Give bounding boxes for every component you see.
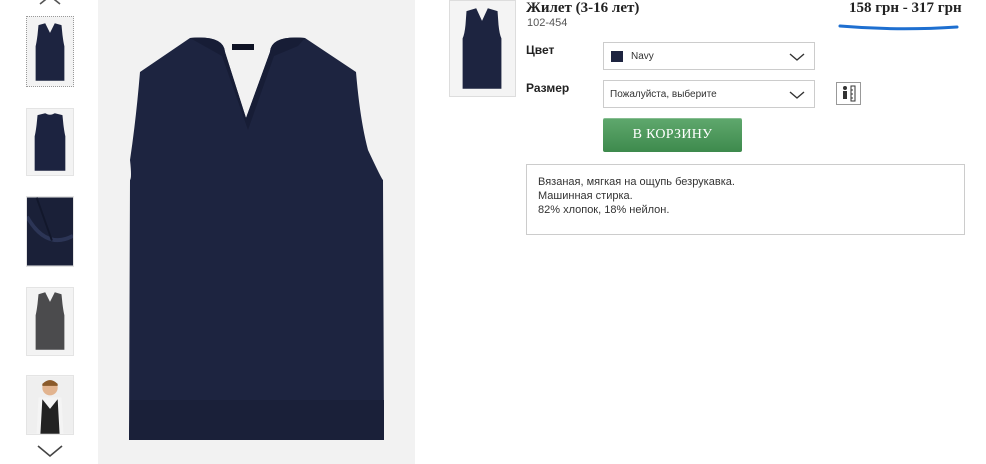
chevron-up-icon[interactable] [36,0,64,8]
color-swatch [611,51,623,62]
chevron-down-icon [789,53,805,61]
thumb-navy-detail[interactable] [26,196,74,267]
product-title: Жилет (3-16 лет) [526,0,640,16]
color-select[interactable]: Navy [603,42,815,70]
color-value: Navy [631,51,654,62]
size-placeholder: Пожалуйста, выберите [610,89,717,100]
product-description: Вязаная, мягкая на ощупь безрукавка. Маш… [526,164,965,235]
chevron-down-icon [789,91,805,99]
main-product-image[interactable] [98,0,415,464]
thumbnail-gallery [0,0,98,464]
description-line: 82% хлопок, 18% нейлон. [538,204,670,216]
chevron-down-icon[interactable] [36,443,64,459]
thumb-navy-back[interactable] [26,108,74,176]
product-price: 158 грн - 317 грн [849,0,962,16]
size-label: Размер [526,81,570,95]
color-label: Цвет [526,43,555,57]
description-line: Машинная стирка. [538,190,633,202]
size-guide-icon [843,85,856,102]
price-underline [838,24,959,31]
thumb-model[interactable] [26,375,74,435]
thumb-navy-front[interactable] [26,16,74,87]
product-thumbnail [449,0,516,97]
product-code: 102-454 [527,17,568,29]
size-select[interactable]: Пожалуйста, выберите [603,80,815,108]
size-guide-button[interactable] [836,82,861,105]
description-line: Вязаная, мягкая на ощупь безрукавка. [538,176,735,188]
thumb-grey-front[interactable] [26,287,74,356]
add-to-cart-button[interactable]: В КОРЗИНУ [603,118,742,152]
